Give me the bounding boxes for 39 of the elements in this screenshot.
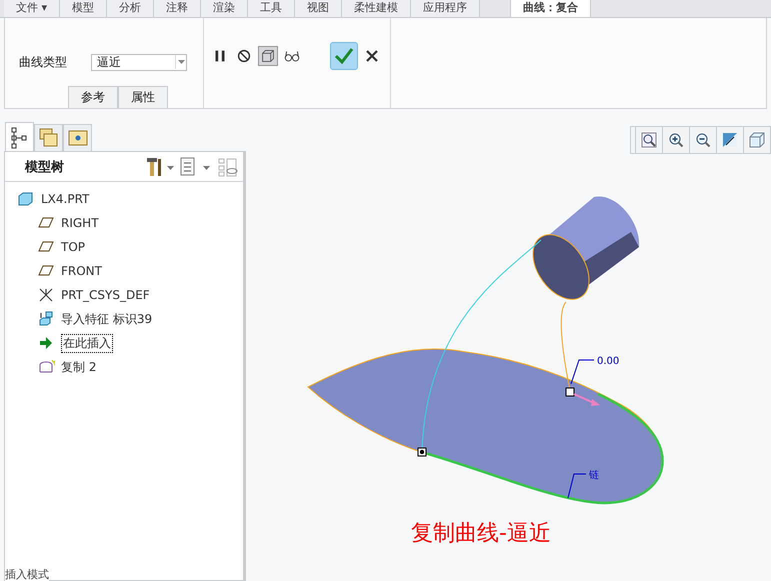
curve-type-dropdown[interactable]: 逼近 xyxy=(91,54,187,70)
tree-item[interactable]: LX4.PRT xyxy=(5,187,243,211)
panel-tab[interactable]: 属性 xyxy=(118,86,168,108)
tree-item[interactable]: TOP xyxy=(5,235,243,259)
show-hide-icon[interactable] xyxy=(217,156,239,176)
model-tree-title: 模型树 xyxy=(25,158,65,176)
import-feature-icon xyxy=(37,310,55,328)
tree-item[interactable]: RIGHT xyxy=(5,211,243,235)
menu-tab[interactable]: 应用程序 xyxy=(411,0,480,17)
caret-icon xyxy=(178,60,184,64)
list-settings-icon[interactable] xyxy=(179,156,213,176)
tree-item[interactable]: PRT_CSYS_DEF xyxy=(5,283,243,307)
menu-tab[interactable]: 注释 xyxy=(154,0,202,17)
tree-item[interactable]: 在此插入 xyxy=(5,331,243,355)
dimension-leader xyxy=(570,360,594,384)
menu-tab[interactable]: 视图 xyxy=(295,0,342,17)
tree-item[interactable]: 复制 2 xyxy=(5,355,243,379)
menu-tab[interactable]: 柔性建模 xyxy=(342,0,412,17)
status-text: 插入模式 xyxy=(5,568,49,581)
menu-tab[interactable]: 分析 xyxy=(107,0,154,17)
tools-icon[interactable] xyxy=(145,156,175,176)
panel-tab[interactable]: 参考 xyxy=(68,86,118,108)
menu-tab[interactable]: 文件 ▾ xyxy=(4,0,60,17)
panel-tab[interactable] xyxy=(5,122,34,151)
tree-item[interactable]: FRONT xyxy=(5,259,243,283)
menu-tab[interactable]: 工具 xyxy=(248,0,296,17)
chain-label: 链 xyxy=(589,470,599,481)
box-icon[interactable] xyxy=(258,46,278,66)
coordinate-system-icon xyxy=(37,286,55,304)
tree-item[interactable]: 导入特征 标识39 xyxy=(5,307,243,331)
cube-icon xyxy=(17,190,35,208)
dimension-label: 0.00 xyxy=(597,356,620,367)
caption-text: 复制曲线-逼近 xyxy=(411,520,551,548)
menu-tab[interactable]: 渲染 xyxy=(201,0,248,17)
chain-leader xyxy=(568,474,586,498)
curve-type-label: 曲线类型 xyxy=(19,54,67,70)
arrow-icon xyxy=(37,334,55,352)
menu-tab[interactable]: 曲线：复合 xyxy=(510,0,592,17)
menu-tab[interactable]: 模型 xyxy=(60,0,108,17)
